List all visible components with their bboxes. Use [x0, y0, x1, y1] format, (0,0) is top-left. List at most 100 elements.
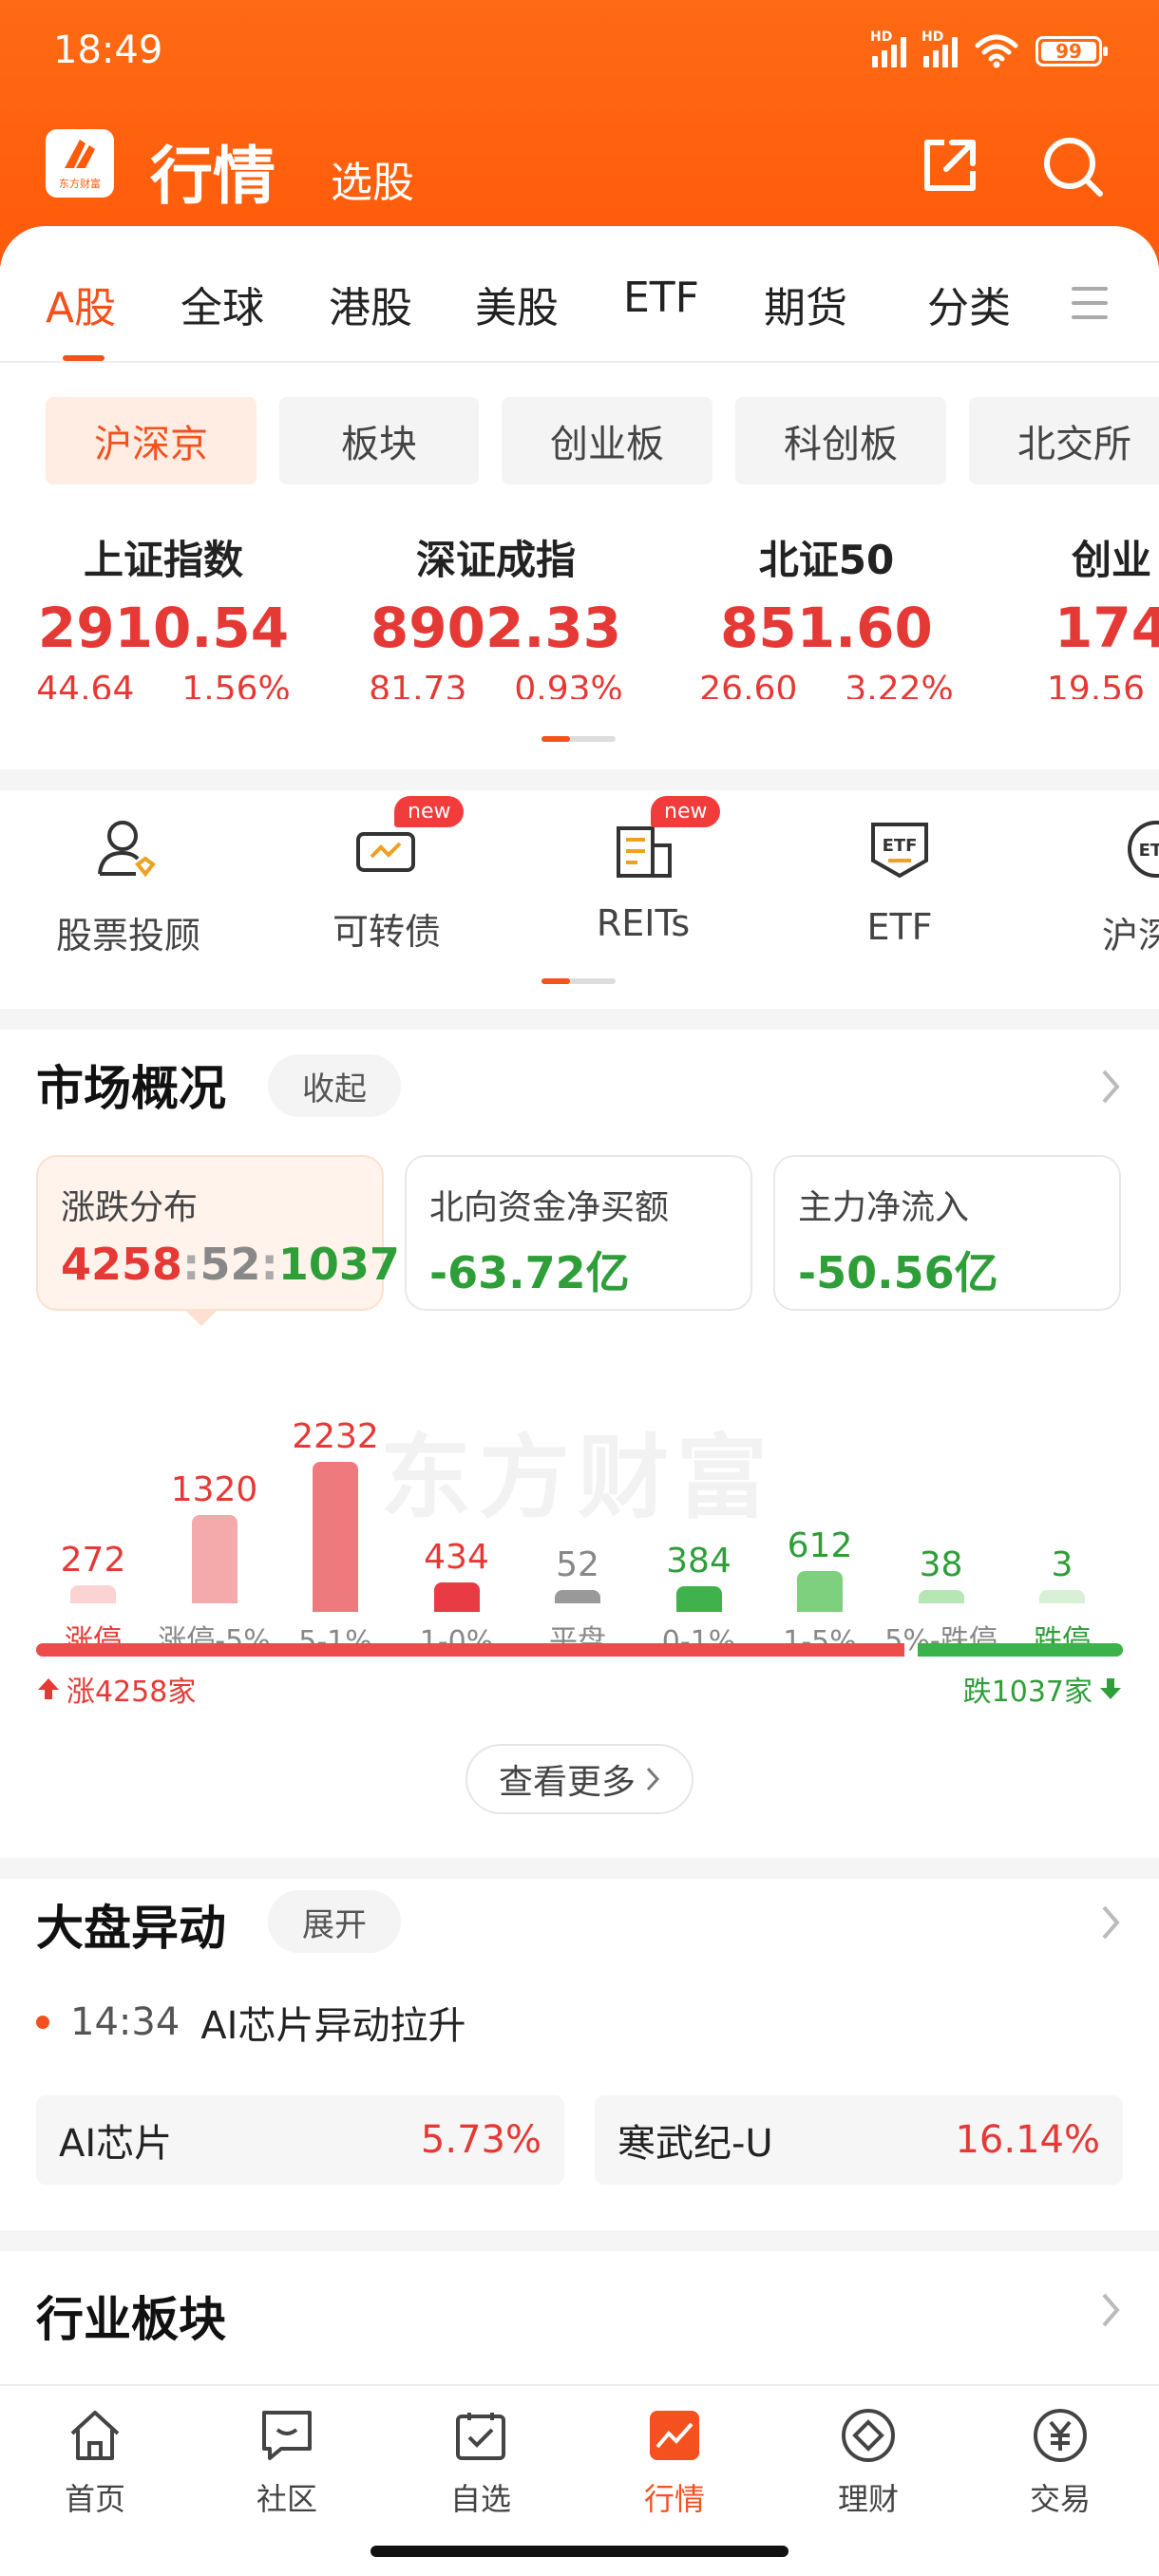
card-pointer [186, 1311, 217, 1326]
tab-hk[interactable]: 港股 [329, 274, 412, 334]
bar-value-label: 272 [60, 1541, 126, 1580]
svg-text:ETF: ETF [1139, 841, 1159, 861]
new-badge: new [651, 796, 721, 827]
industry-title[interactable]: 行业板块 [36, 2282, 226, 2350]
ratio-down-bar [918, 1643, 1123, 1657]
tab-us[interactable]: 美股 [475, 274, 559, 334]
nav-trade[interactable]: 交易 [965, 2405, 1155, 2519]
nav-finance[interactable]: 理财 [773, 2405, 963, 2519]
signal-icon: HD [870, 29, 906, 67]
chart-bar-column: 434 1-0% [396, 1538, 518, 1658]
search-icon[interactable] [1039, 133, 1106, 199]
watchlist-icon [456, 2413, 505, 2460]
index-card[interactable]: 深证成指 8902.33 81.73 0.93% [325, 528, 667, 699]
status-bar: 18:49 HD HD 99 [0, 0, 1159, 104]
market-icon [650, 2411, 699, 2460]
overview-cards: 涨跌分布 4258:52:1037 北向资金净买额 -63.72亿 主力净流入 … [36, 1155, 1123, 1311]
up-count: 涨4258家 [36, 1668, 196, 1710]
etf-circle-icon: ETF [1128, 821, 1159, 878]
tab-etf[interactable]: ETF [623, 274, 699, 322]
svg-text:ETF: ETF [883, 836, 918, 856]
tab-category[interactable]: 分类 [927, 274, 1011, 334]
divider [0, 769, 1159, 790]
shortcut-etf[interactable]: ETF ETF [800, 792, 999, 948]
chevron-right-icon [646, 1767, 660, 1791]
chart-bar [70, 1585, 116, 1603]
share-icon[interactable] [916, 133, 982, 199]
tab-futures[interactable]: 期货 [764, 274, 847, 334]
nav-community[interactable]: 社区 [192, 2405, 382, 2519]
chart-bar-column: 272 涨停 [32, 1541, 154, 1658]
tab-global[interactable]: 全球 [180, 274, 264, 334]
app-logo: 东方财富 [46, 129, 114, 198]
stock-picker-link[interactable]: 选股 [331, 148, 414, 209]
advisor-icon [98, 821, 156, 878]
collapse-button[interactable]: 收起 [268, 1054, 401, 1117]
index-card[interactable]: 北证50 851.60 26.60 3.22% [656, 528, 998, 699]
wifi-icon [975, 34, 1018, 68]
rise-fall-ratio-bar [36, 1643, 1123, 1657]
chart-bar-column: 612 1-5% [759, 1526, 881, 1658]
shortcut-hs-stock[interactable]: ETF 沪深股 [1056, 792, 1159, 958]
market-overview-title: 市场概况 [36, 1061, 226, 1116]
index-card[interactable]: 上证指数 2910.54 44.64 1.56% [0, 528, 334, 699]
chart-bar [191, 1515, 238, 1603]
rise-fall-card[interactable]: 涨跌分布 4258:52:1037 [36, 1155, 400, 1311]
chart-bar-column: 52 平盘 [517, 1545, 638, 1658]
expand-button[interactable]: 展开 [268, 1890, 401, 1953]
view-more-button[interactable]: 查看更多 [466, 1744, 694, 1814]
main-flow-card[interactable]: 主力净流入 -50.56亿 [773, 1155, 1121, 1311]
chart-bar-column: 1320 涨停-5% [154, 1470, 276, 1658]
etf-shield-icon: ETF [871, 823, 928, 879]
northbound-card[interactable]: 北向资金净买额 -63.72亿 [405, 1155, 752, 1311]
ratio-up-bar [36, 1643, 904, 1657]
chevron-right-icon[interactable] [1100, 1068, 1121, 1106]
finance-icon [842, 2409, 895, 2462]
nav-market[interactable]: 行情 [580, 2405, 770, 2519]
tab-a-shares[interactable]: A股 [46, 274, 116, 334]
chip-bse[interactable]: 北交所 [969, 397, 1159, 484]
bar-value-label: 52 [556, 1545, 599, 1584]
chevron-right-icon[interactable] [1100, 2291, 1121, 2329]
chart-bar [433, 1582, 480, 1612]
market-tabs: A股 全球 港股 美股 ETF 期货 分类 [0, 226, 1159, 363]
chevron-right-icon[interactable] [1100, 1904, 1121, 1941]
trade-icon [1034, 2409, 1087, 2462]
quote-ai-chip[interactable]: AI芯片 5.73% [36, 2095, 564, 2185]
home-indicator [370, 2546, 788, 2557]
divider [0, 1009, 1159, 1030]
chart-bar [313, 1462, 358, 1612]
divider [0, 1858, 1159, 1879]
market-event[interactable]: 14:34 AI芯片异动拉升 [36, 1995, 466, 2050]
arrow-up-icon [38, 1678, 59, 1699]
chart-bar [918, 1590, 964, 1603]
bar-value-label: 38 [919, 1545, 963, 1584]
bar-value-label: 434 [424, 1538, 489, 1577]
nav-watchlist[interactable]: 自选 [386, 2405, 576, 2519]
shortcut-reits[interactable]: new REITs [543, 792, 743, 944]
chip-sector[interactable]: 板块 [279, 397, 479, 484]
arrow-down-icon [1100, 1678, 1121, 1699]
chart-bar-column: 384 0-1% [638, 1542, 760, 1658]
status-icons: HD HD 99 [870, 29, 1108, 68]
chip-gem[interactable]: 创业板 [502, 397, 712, 484]
event-dot [36, 2016, 49, 2029]
shortcut-advisor[interactable]: 股票投顾 [28, 792, 228, 958]
index-card[interactable]: 创业 1746 19.56 [998, 528, 1159, 699]
signal-icon: HD [922, 29, 958, 67]
home-icon [70, 2411, 120, 2460]
bar-value-label: 3 [1051, 1545, 1074, 1584]
movers-title: 大盘异动 [36, 1901, 226, 1956]
community-icon [262, 2411, 312, 2460]
chart-bar-column: 38 5%-跌停 [881, 1545, 1002, 1658]
menu-icon[interactable] [1072, 287, 1108, 330]
status-time: 18:49 [53, 28, 163, 72]
quote-cambricon[interactable]: 寒武纪-U 16.14% [595, 2095, 1123, 2185]
shortcut-convertible-bond[interactable]: new 可转债 [287, 792, 486, 955]
bar-value-label: 384 [666, 1542, 732, 1581]
chart-bar-column: 3 跌停 [1001, 1545, 1123, 1658]
divider [0, 2230, 1159, 2251]
chip-star[interactable]: 科创板 [735, 397, 946, 484]
chip-hs-bj[interactable]: 沪深京 [46, 397, 256, 484]
nav-home[interactable]: 首页 [0, 2405, 190, 2519]
